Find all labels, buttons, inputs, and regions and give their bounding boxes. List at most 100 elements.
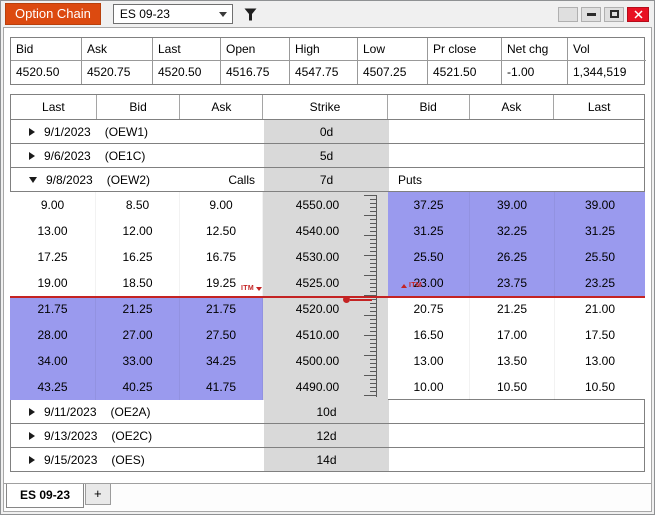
expiration-date: 9/8/2023 [46, 172, 93, 187]
quote-value-cell: 4521.50 [428, 61, 502, 84]
put-last-cell: 13.00 [584, 354, 616, 368]
put-ask-cell: 39.00 [470, 192, 555, 218]
calls-itm-label: ITM [241, 285, 254, 292]
window-controls [558, 6, 649, 22]
option-row[interactable]: 13.00 12.00 12.50 4540.00 31.25 32.25 31.25 [10, 218, 645, 244]
symbol-dropdown[interactable]: ES 09-23 [112, 4, 233, 24]
puts-itm-flag: ITM [401, 282, 422, 289]
group-left-section: 9/13/2023 (OE2C) [11, 424, 264, 447]
tab-bar: ES 09-23 + [4, 483, 651, 511]
minimize-icon [586, 12, 596, 16]
tab-label: ES 09-23 [20, 488, 71, 502]
group-right-section [389, 424, 644, 447]
option-row[interactable]: 43.25 40.25 41.75 4490.00 10.00 10.50 10.50 [10, 374, 645, 400]
call-ask-cell: 34.25 [180, 348, 263, 374]
expiration-code: (OE2A) [110, 404, 151, 419]
calls-itm-flag: ITM [224, 285, 262, 292]
close-button[interactable] [627, 6, 649, 22]
option-chain-table: Last Bid Ask Strike Bid Ask Last 9/1/2023 (OEW1… [10, 94, 645, 472]
call-bid-cell: 18.50 [96, 270, 180, 296]
put-ask-cell: 13.50 [470, 348, 555, 374]
expiration-date: 9/13/2023 [44, 428, 98, 443]
group-right-section: Puts [389, 168, 644, 191]
itm-up-triangle-icon [401, 284, 407, 288]
call-last-cell: 34.00 [10, 348, 96, 374]
put-bid-cell: 31.25 [388, 218, 470, 244]
days-to-expiry: 10d [264, 400, 389, 423]
expiration-group-row[interactable]: 9/11/2023 (OE2A) 10d [10, 399, 645, 424]
put-ask-cell: 21.25 [470, 296, 555, 322]
quote-header-cell: Ask [82, 38, 153, 61]
expiration-group-row[interactable]: 9/15/2023 (OES) 14d [10, 447, 645, 472]
days-to-expiry: 5d [264, 144, 389, 167]
days-to-expiry: 0d [264, 120, 389, 143]
group-right-section [389, 120, 644, 143]
put-ask-cell: 17.00 [470, 322, 555, 348]
call-last-cell: 9.00 [10, 192, 96, 218]
option-row[interactable]: 9.00 8.50 9.00 4550.00 37.25 39.00 39.00 [10, 192, 645, 218]
call-ask-cell: 9.00 [180, 192, 263, 218]
option-row[interactable]: 17.25 16.25 16.75 4530.00 25.50 26.25 25.50 [10, 244, 645, 270]
expiration-group-row-expanded[interactable]: 9/8/2023 (OEW2) Calls 7d Puts [10, 167, 645, 192]
chain-header-cell: Last [587, 100, 611, 114]
option-row[interactable]: 21.75 21.25 21.75 4520.00 20.75 21.25 21.00 [10, 296, 645, 322]
option-row[interactable]: 28.00 27.00 27.50 4510.00 16.50 17.00 17.50 [10, 322, 645, 348]
minimize-button[interactable] [581, 6, 601, 22]
call-ask-cell: 16.75 [180, 244, 263, 270]
chain-header-row: Last Bid Ask Strike Bid Ask Last [10, 94, 645, 120]
current-price-line [10, 296, 645, 298]
add-tab-button[interactable]: + [85, 484, 111, 505]
tab-es-09-23[interactable]: ES 09-23 [6, 484, 85, 508]
days-to-expiry: 12d [264, 424, 389, 447]
collapse-icon [29, 176, 37, 183]
group-left-section: 9/11/2023 (OE2A) [11, 400, 264, 423]
call-ask-cell: 19.25 [180, 270, 263, 296]
put-bid-cell: 37.25 [388, 192, 470, 218]
maximize-button[interactable] [604, 6, 624, 22]
quote-summary-table: Bid Ask Last Open High Low Pr close Net chg Vol 4… [10, 37, 646, 85]
expiration-group-row[interactable]: 9/13/2023 (OE2C) 12d [10, 423, 645, 448]
quote-header-cell: Vol [568, 38, 646, 61]
window-title: Option Chain [5, 3, 101, 25]
group-left-section: 9/6/2023 (OE1C) [11, 144, 264, 167]
plus-icon: + [94, 486, 102, 501]
call-bid-cell: 12.00 [96, 218, 180, 244]
last-price-marker [343, 296, 372, 303]
puts-label: Puts [398, 172, 423, 187]
symbol-dropdown-value: ES 09-23 [119, 7, 170, 21]
call-bid-cell: 27.00 [96, 322, 180, 348]
call-ask-cell: 27.50 [180, 322, 263, 348]
call-last-cell: 19.00 [10, 270, 96, 296]
put-last-cell: 21.00 [584, 302, 616, 316]
expiration-group-row[interactable]: 9/1/2023 (OEW1) 0d [10, 119, 645, 144]
put-bid-cell: 13.00 [388, 348, 470, 374]
quote-header-cell: Pr close [428, 38, 502, 61]
expand-icon [29, 431, 35, 440]
call-last-cell: 17.25 [10, 244, 96, 270]
price-dot-icon [343, 296, 350, 303]
expiration-group-row[interactable]: 9/6/2023 (OE1C) 5d [10, 143, 645, 168]
put-last-cell: 23.25 [555, 270, 645, 296]
call-bid-cell: 40.25 [96, 374, 180, 400]
quote-value-cell: 4507.25 [358, 61, 428, 84]
price-pointer-line [350, 298, 372, 301]
filter-icon[interactable] [244, 8, 257, 21]
group-right-section [389, 144, 644, 167]
quote-header-cell: Low [358, 38, 428, 61]
expand-icon [29, 127, 35, 136]
quote-header-cell: Bid [11, 38, 82, 61]
chain-groups-bottom: 9/11/2023 (OE2A) 10d 9/13/2023 (OE2C) 12d 9/15… [10, 399, 645, 472]
option-row[interactable]: 34.00 33.00 34.25 4500.00 13.00 13.50 13.00 [10, 348, 645, 374]
restore-button[interactable] [558, 6, 578, 22]
group-left-section: 9/8/2023 (OEW2) Calls [11, 168, 264, 191]
put-bid-cell: 20.75 [388, 296, 470, 322]
expand-icon [29, 455, 35, 464]
calls-label: Calls [228, 172, 255, 187]
put-last-cell: 17.50 [584, 328, 616, 342]
put-bid-cell: 10.00 [388, 374, 470, 400]
chain-header-cell: Bid [97, 95, 181, 119]
put-ask-cell: 26.25 [470, 244, 555, 270]
maximize-icon [609, 10, 619, 18]
option-row[interactable]: 19.00 18.50 19.25 4525.00 23.00 23.75 23.25 [10, 270, 645, 296]
chain-header-cell: Ask [180, 95, 264, 119]
